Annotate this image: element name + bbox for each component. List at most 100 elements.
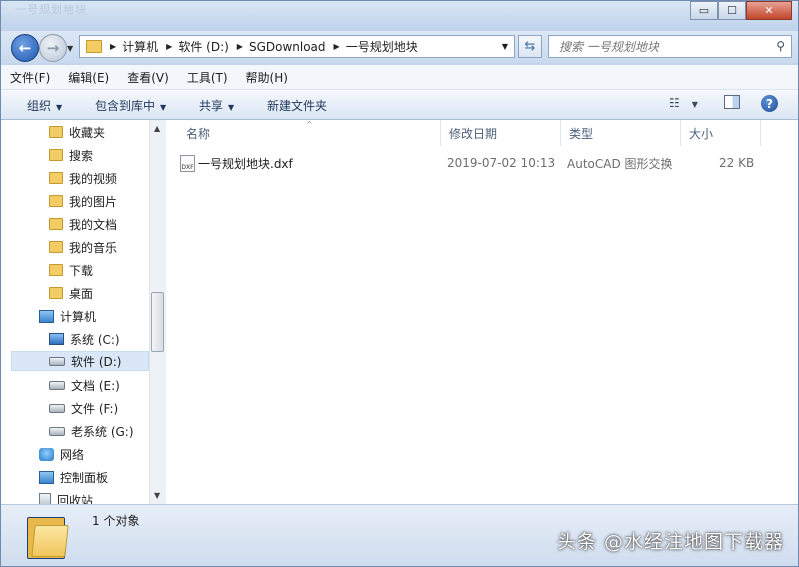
- back-button[interactable]: ←: [11, 34, 39, 62]
- sidebar-item-label: 文件 (F:): [71, 401, 119, 416]
- refresh-button[interactable]: ⇆: [518, 35, 542, 58]
- navigation-bar: ← → ▼ ▶ 计算机 ▶ 软件 (D:) ▶ SGDownload ▶ 一号规…: [1, 31, 798, 63]
- file-type: AutoCAD 图形交换: [567, 156, 673, 171]
- recent-pages-dropdown[interactable]: ▼: [67, 44, 73, 53]
- share-label: 共享: [199, 99, 224, 113]
- drive-icon: [49, 380, 65, 390]
- file-modified: 2019-07-02 10:13: [447, 156, 556, 170]
- sidebar-item-documents[interactable]: 我的文档: [49, 214, 117, 234]
- column-date-modified[interactable]: 修改日期: [441, 120, 561, 146]
- sidebar-item-label: 系统 (C:): [70, 332, 120, 347]
- sidebar-item-favorites[interactable]: 收藏夹: [49, 122, 105, 142]
- chevron-down-icon: ▼: [56, 103, 63, 112]
- sidebar-item-control-panel[interactable]: 控制面板: [39, 467, 108, 487]
- file-list[interactable]: ^ 名称 修改日期 类型 大小 DXF 一号规划地块.dxf 2019-07-0…: [166, 120, 798, 504]
- navigation-scrollbar[interactable]: ▲ ▼: [149, 120, 166, 504]
- new-folder-button[interactable]: 新建文件夹: [267, 97, 327, 114]
- column-name[interactable]: 名称: [178, 120, 441, 146]
- address-bar[interactable]: ▶ 计算机 ▶ 软件 (D:) ▶ SGDownload ▶ 一号规划地块 ▼: [79, 35, 515, 58]
- preview-pane-button[interactable]: [724, 95, 740, 109]
- scrollbar-thumb[interactable]: [151, 292, 164, 352]
- sidebar-item-drive-c[interactable]: 系统 (C:): [49, 329, 120, 349]
- sidebar-item-drive-f[interactable]: 文件 (F:): [49, 398, 118, 418]
- drive-icon: [49, 426, 65, 436]
- window-controls: ▭ ☐ ✕: [690, 1, 792, 20]
- chevron-right-icon[interactable]: ▶: [110, 42, 116, 51]
- sidebar-item-drive-g[interactable]: 老系统 (G:): [49, 421, 134, 441]
- sidebar-item-computer[interactable]: 计算机: [39, 306, 96, 326]
- back-arrow-icon: ←: [18, 39, 32, 57]
- chevron-right-icon[interactable]: ▶: [237, 42, 243, 51]
- chevron-right-icon[interactable]: ▶: [334, 42, 340, 51]
- maximize-button[interactable]: ☐: [718, 1, 746, 20]
- refresh-icon: ⇆: [524, 39, 536, 54]
- file-row[interactable]: DXF 一号规划地块.dxf 2019-07-02 10:13 AutoCAD …: [180, 153, 780, 173]
- close-icon: ✕: [764, 4, 774, 17]
- sidebar-item-label: 我的音乐: [69, 240, 118, 255]
- address-dropdown-icon[interactable]: ▼: [502, 42, 508, 51]
- sidebar-item-drive-d[interactable]: 软件 (D:): [11, 351, 149, 371]
- network-icon: [39, 447, 54, 461]
- folder-icon: [86, 40, 102, 53]
- breadcrumb-drive-d[interactable]: 软件 (D:): [178, 38, 228, 55]
- sidebar-item-music[interactable]: 我的音乐: [49, 237, 117, 257]
- search-folder-icon: [49, 149, 63, 161]
- sidebar-item-label: 我的图片: [69, 194, 118, 209]
- sidebar-item-label: 软件 (D:): [71, 354, 122, 369]
- chevron-right-icon[interactable]: ▶: [166, 42, 172, 51]
- sidebar-item-label: 网络: [60, 447, 85, 462]
- menu-bar: 文件(F) 编辑(E) 查看(V) 工具(T) 帮助(H): [1, 65, 798, 90]
- sidebar-item-network[interactable]: 网络: [39, 444, 84, 464]
- sidebar-item-drive-e[interactable]: 文档 (E:): [49, 375, 120, 395]
- sidebar-item-videos[interactable]: 我的视频: [49, 168, 117, 188]
- sidebar-item-label: 桌面: [69, 286, 94, 301]
- breadcrumb-sgdownload[interactable]: SGDownload: [249, 40, 326, 54]
- sidebar-item-label: 下载: [69, 263, 94, 278]
- search-box[interactable]: ⚲: [548, 35, 792, 58]
- sidebar-item-label: 搜索: [69, 148, 94, 163]
- menu-edit[interactable]: 编辑(E): [59, 69, 118, 86]
- share-button[interactable]: 共享 ▼: [199, 97, 234, 114]
- menu-file[interactable]: 文件(F): [1, 69, 59, 86]
- sidebar-item-downloads[interactable]: 下载: [49, 260, 93, 280]
- window-title: 一号规划地块: [15, 3, 87, 16]
- search-icon[interactable]: ⚲: [776, 39, 785, 53]
- system-drive-icon: [49, 333, 64, 345]
- folder-icon: [49, 195, 63, 207]
- chevron-down-icon: ▼: [228, 103, 235, 112]
- column-type[interactable]: 类型: [561, 120, 681, 146]
- include-in-library-button[interactable]: 包含到库中 ▼: [95, 97, 166, 114]
- folder-icon: [27, 513, 69, 559]
- navigation-pane[interactable]: 收藏夹 搜索 我的视频 我的图片 我的文档 我的音乐 下载 桌面 计算机 系统 …: [1, 120, 149, 508]
- organize-button[interactable]: 组织 ▼: [27, 97, 62, 114]
- minimize-button[interactable]: ▭: [690, 1, 718, 20]
- breadcrumb-computer[interactable]: 计算机: [122, 38, 158, 55]
- help-button[interactable]: ?: [761, 95, 778, 112]
- close-button[interactable]: ✕: [746, 1, 792, 20]
- sidebar-item-search[interactable]: 搜索: [49, 145, 93, 165]
- sidebar-item-label: 我的视频: [69, 171, 118, 186]
- sidebar-item-desktop[interactable]: 桌面: [49, 283, 93, 303]
- title-bar[interactable]: 一号规划地块 ▭ ☐ ✕: [1, 1, 798, 31]
- scroll-up-icon[interactable]: ▲: [154, 124, 160, 133]
- forward-arrow-icon: →: [46, 39, 60, 57]
- sidebar-item-pictures[interactable]: 我的图片: [49, 191, 117, 211]
- sidebar-item-label: 计算机: [60, 309, 97, 324]
- search-input[interactable]: [557, 36, 761, 57]
- menu-view[interactable]: 查看(V): [118, 69, 178, 86]
- menu-tools[interactable]: 工具(T): [178, 69, 237, 86]
- sidebar-item-label: 我的文档: [69, 217, 118, 232]
- folder-icon: [49, 172, 63, 184]
- view-options-button[interactable]: ☷ ▼: [669, 96, 698, 110]
- menu-help[interactable]: 帮助(H): [237, 69, 297, 86]
- drive-icon: [49, 356, 65, 366]
- scroll-down-icon[interactable]: ▼: [154, 491, 160, 500]
- breadcrumb-current-folder[interactable]: 一号规划地块: [346, 38, 418, 55]
- organize-label: 组织: [27, 99, 52, 113]
- control-panel-icon: [39, 470, 54, 484]
- sidebar-item-label: 收藏夹: [69, 125, 106, 140]
- include-in-library-label: 包含到库中: [95, 99, 156, 113]
- column-size[interactable]: 大小: [681, 120, 761, 146]
- forward-button[interactable]: →: [39, 34, 67, 62]
- sidebar-item-label: 老系统 (G:): [71, 424, 134, 439]
